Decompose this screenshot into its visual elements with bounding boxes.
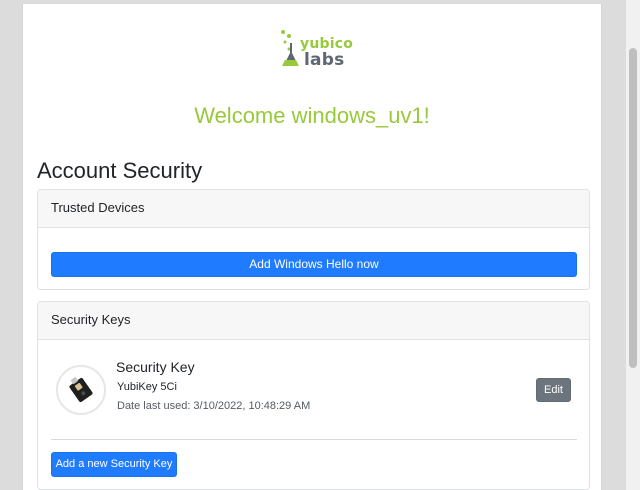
security-keys-panel: Security Keys Security Key YubiKey 5Ci D… bbox=[37, 301, 590, 490]
trusted-devices-panel: Trusted Devices Add Windows Hello now bbox=[37, 189, 590, 290]
vertical-scrollbar[interactable] bbox=[626, 0, 640, 490]
security-key-model: YubiKey 5Ci bbox=[117, 381, 177, 393]
welcome-heading: Welcome windows_uv1! bbox=[194, 103, 430, 128]
flask-icon bbox=[281, 30, 299, 66]
security-key-icon bbox=[69, 377, 93, 402]
page: yubico labs Welcome windows_uv1! Account… bbox=[0, 0, 640, 490]
trusted-devices-header: Trusted Devices bbox=[38, 190, 589, 228]
security-key-last-used: Date last used: 3/10/2022, 10:48:29 AM bbox=[117, 400, 311, 412]
add-security-key-button[interactable]: Add a new Security Key bbox=[51, 452, 177, 477]
yubico-labs-logo: yubico labs bbox=[277, 26, 357, 80]
main-content-panel: yubico labs Welcome windows_uv1! Account… bbox=[22, 4, 602, 490]
add-windows-hello-button[interactable]: Add Windows Hello now bbox=[51, 252, 577, 277]
security-key-name: Security Key bbox=[116, 359, 195, 375]
scrollbar-thumb[interactable] bbox=[629, 48, 637, 368]
edit-security-key-button[interactable]: Edit bbox=[536, 378, 571, 402]
logo-brand-labs: labs bbox=[304, 50, 345, 70]
security-key-avatar bbox=[56, 365, 106, 415]
account-security-title: Account Security bbox=[37, 158, 203, 183]
security-keys-header: Security Keys bbox=[38, 302, 589, 340]
security-key-divider bbox=[51, 439, 577, 440]
